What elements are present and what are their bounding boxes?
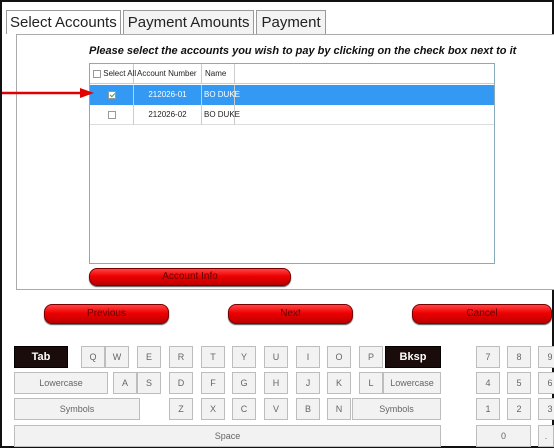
key-space[interactable]: Space bbox=[14, 425, 441, 447]
key-u[interactable]: U bbox=[264, 346, 288, 368]
key-r[interactable]: R bbox=[169, 346, 193, 368]
tab-payment[interactable]: Payment bbox=[256, 10, 326, 34]
name-header[interactable]: Name bbox=[202, 64, 235, 84]
key-g[interactable]: G bbox=[232, 372, 256, 394]
key-c[interactable]: C bbox=[232, 398, 256, 420]
key-h[interactable]: H bbox=[264, 372, 288, 394]
key-s[interactable]: S bbox=[137, 372, 161, 394]
accounts-grid: Select All Account Number Name 212026-01… bbox=[89, 63, 495, 264]
key-2[interactable]: 2 bbox=[507, 398, 531, 420]
key-0[interactable]: 0 bbox=[476, 425, 531, 447]
key-decimal[interactable]: . bbox=[538, 425, 554, 447]
grid-header: Select All Account Number Name bbox=[90, 64, 494, 84]
key-6[interactable]: 6 bbox=[538, 372, 554, 394]
key-symbols[interactable]: Symbols bbox=[14, 398, 140, 420]
key-8[interactable]: 8 bbox=[507, 346, 531, 368]
key-3[interactable]: 3 bbox=[538, 398, 554, 420]
key-w[interactable]: W bbox=[105, 346, 129, 368]
tab-bar: Select Accounts Payment Amounts Payment bbox=[6, 10, 328, 34]
pointer-arrow-icon bbox=[2, 88, 94, 98]
key-e[interactable]: E bbox=[137, 346, 161, 368]
table-row[interactable]: 212026-01 BO DUKE bbox=[90, 85, 494, 105]
tab-payment-amounts[interactable]: Payment Amounts bbox=[122, 10, 255, 34]
account-number-header[interactable]: Account Number bbox=[134, 64, 202, 84]
key-lowercase[interactable]: Lowercase bbox=[14, 372, 108, 394]
instruction-text: Please select the accounts you wish to p… bbox=[89, 45, 517, 57]
key-symbols[interactable]: Symbols bbox=[352, 398, 441, 420]
key-x[interactable]: X bbox=[201, 398, 225, 420]
key-tab[interactable]: Tab bbox=[14, 346, 68, 368]
key-n[interactable]: N bbox=[327, 398, 351, 420]
key-j[interactable]: J bbox=[296, 372, 320, 394]
select-all-label: Select All bbox=[103, 69, 137, 78]
tab-select-accounts[interactable]: Select Accounts bbox=[6, 10, 121, 34]
select-accounts-panel: Please select the accounts you wish to p… bbox=[16, 34, 554, 290]
key-t[interactable]: T bbox=[201, 346, 225, 368]
key-5[interactable]: 5 bbox=[507, 372, 531, 394]
account-number-cell: 212026-01 bbox=[134, 85, 202, 105]
select-all-header[interactable]: Select All bbox=[90, 64, 137, 84]
key-lowercase[interactable]: Lowercase bbox=[383, 372, 441, 394]
key-p[interactable]: P bbox=[359, 346, 383, 368]
select-all-checkbox[interactable] bbox=[93, 69, 101, 78]
next-button[interactable]: Next bbox=[228, 304, 353, 324]
app-window: Select Accounts Payment Amounts Payment … bbox=[0, 0, 554, 448]
key-1[interactable]: 1 bbox=[476, 398, 500, 420]
key-4[interactable]: 4 bbox=[476, 372, 500, 394]
key-f[interactable]: F bbox=[201, 372, 225, 394]
key-z[interactable]: Z bbox=[169, 398, 193, 420]
key-b[interactable]: B bbox=[296, 398, 320, 420]
row-checkbox[interactable] bbox=[107, 110, 116, 119]
key-q[interactable]: Q bbox=[81, 346, 105, 368]
key-d[interactable]: D bbox=[169, 372, 193, 394]
key-9[interactable]: 9 bbox=[538, 346, 554, 368]
row-checkbox[interactable] bbox=[107, 90, 116, 99]
name-cell: BO DUKE bbox=[202, 85, 240, 105]
name-cell: BO DUKE bbox=[202, 105, 240, 125]
key-l[interactable]: L bbox=[359, 372, 383, 394]
key-v[interactable]: V bbox=[264, 398, 288, 420]
key-o[interactable]: O bbox=[327, 346, 351, 368]
account-info-button[interactable]: Account Info bbox=[89, 268, 291, 286]
key-y[interactable]: Y bbox=[232, 346, 256, 368]
key-7[interactable]: 7 bbox=[476, 346, 500, 368]
table-row[interactable]: 212026-02 BO DUKE bbox=[90, 105, 494, 125]
key-k[interactable]: K bbox=[327, 372, 351, 394]
key-i[interactable]: I bbox=[296, 346, 320, 368]
key-a[interactable]: A bbox=[113, 372, 137, 394]
key-bksp[interactable]: Bksp bbox=[385, 346, 441, 368]
account-number-cell: 212026-02 bbox=[134, 105, 202, 125]
previous-button[interactable]: Previous bbox=[44, 304, 169, 324]
cancel-button[interactable]: Cancel bbox=[412, 304, 552, 324]
